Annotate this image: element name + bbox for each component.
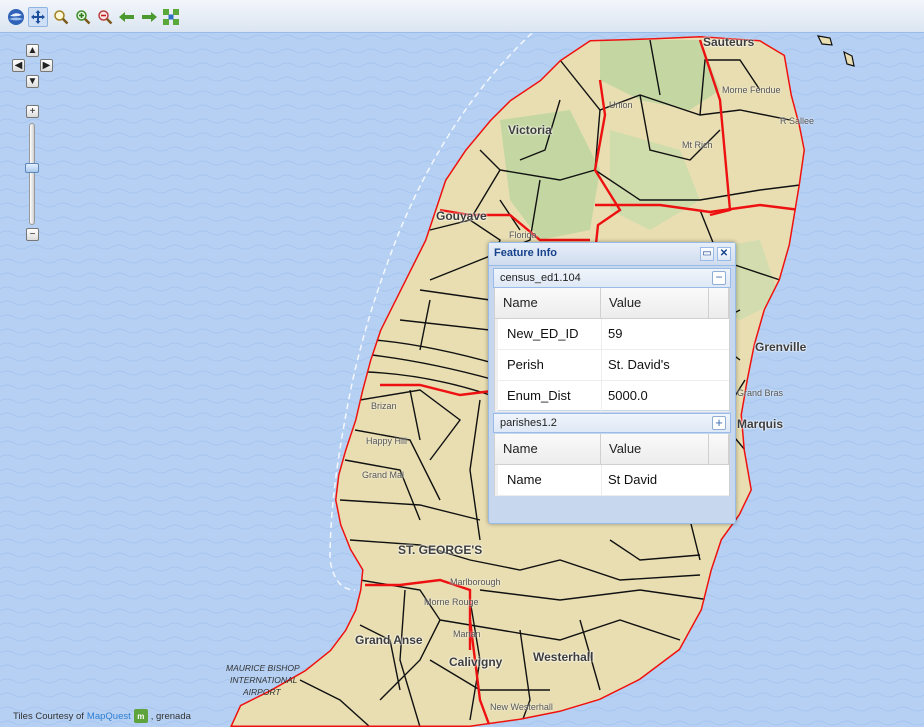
- feature-info-header[interactable]: Feature Info ▭ ✕: [489, 243, 735, 266]
- zoom-out-button[interactable]: −: [26, 228, 39, 241]
- cell-name: Enum_Dist: [495, 381, 601, 411]
- place-label: Morne Rouge: [424, 597, 479, 607]
- table-row[interactable]: New_ED_ID 59: [495, 319, 729, 350]
- table-row[interactable]: Perish St. David's: [495, 350, 729, 381]
- column-header-spacer: [709, 434, 729, 464]
- place-label: Marian: [453, 629, 481, 639]
- cell-value: 5000.0: [601, 381, 709, 411]
- feature-info-window: Feature Info ▭ ✕ census_ed1.104 − Name V…: [488, 242, 736, 524]
- section-title: parishes1.2: [500, 417, 557, 429]
- map-canvas[interactable]: Sauteurs Victoria Union Morne Fendue Mt …: [0, 33, 924, 727]
- pan-left-button[interactable]: ◀: [12, 59, 25, 72]
- zoom-slider-track[interactable]: [29, 123, 35, 225]
- zoom-extent-icon[interactable]: [162, 8, 180, 26]
- place-label: Brizan: [371, 401, 397, 411]
- map-tiles: [0, 33, 924, 727]
- column-header-value[interactable]: Value: [601, 434, 709, 464]
- pan-down-button[interactable]: ▼: [26, 75, 39, 88]
- place-label: AIRPORT: [243, 687, 281, 697]
- zoom-slider-handle[interactable]: [25, 163, 39, 173]
- table-row[interactable]: Enum_Dist 5000.0: [495, 381, 729, 412]
- forward-arrow-icon[interactable]: [140, 8, 158, 26]
- mapquest-logo-icon: m: [133, 709, 148, 723]
- table-row[interactable]: Name St David: [495, 465, 729, 496]
- grid-header: Name Value: [495, 434, 729, 465]
- column-header-value[interactable]: Value: [601, 288, 709, 318]
- map-toolbar: [0, 0, 924, 33]
- place-label: Marquis: [737, 417, 784, 431]
- cell-name: Perish: [495, 350, 601, 380]
- place-label: Morne Fendue: [722, 85, 781, 95]
- column-header-name[interactable]: Name: [495, 288, 601, 318]
- attribution-suffix: , grenada: [150, 710, 191, 722]
- zoom-in-icon[interactable]: [74, 8, 92, 26]
- place-label: Grand Anse: [355, 633, 423, 647]
- place-label: Happy Hill: [366, 436, 408, 446]
- place-label: Calivigny: [449, 655, 503, 669]
- section-header-parishes[interactable]: parishes1.2 +: [493, 413, 731, 433]
- collapse-icon[interactable]: −: [712, 271, 726, 285]
- globe-icon[interactable]: [7, 8, 25, 26]
- pan-right-button[interactable]: ▶: [40, 59, 53, 72]
- place-label: ST. GEORGE'S: [398, 543, 483, 557]
- place-label: Gouyave: [436, 209, 487, 223]
- cell-value: 59: [601, 319, 709, 349]
- place-label: Westerhall: [533, 650, 594, 664]
- place-label: Marlborough: [450, 577, 501, 587]
- back-arrow-icon[interactable]: [118, 8, 136, 26]
- cell-name: New_ED_ID: [495, 319, 601, 349]
- place-label: R Sallee: [780, 116, 815, 126]
- place-label: Sauteurs: [703, 35, 755, 49]
- zoom-out-icon[interactable]: [96, 8, 114, 26]
- zoom-in-button[interactable]: +: [26, 105, 39, 118]
- pan-icon[interactable]: [28, 7, 48, 27]
- place-label: Union: [609, 100, 633, 110]
- pin-icon[interactable]: ▭: [700, 247, 714, 261]
- pan-up-button[interactable]: ▲: [26, 44, 39, 57]
- place-label: MAURICE BISHOP: [226, 663, 300, 673]
- zoom-box-icon[interactable]: [52, 8, 70, 26]
- mapquest-link[interactable]: MapQuest: [87, 711, 131, 722]
- place-label: INTERNATIONAL: [230, 675, 298, 685]
- expand-icon[interactable]: +: [712, 416, 726, 430]
- cell-value: St David: [601, 465, 709, 495]
- close-icon[interactable]: ✕: [717, 247, 731, 261]
- attribute-grid-census: Name Value New_ED_ID 59 Perish St. David…: [494, 288, 730, 412]
- place-label: New Westerhall: [490, 702, 553, 712]
- feature-info-title: Feature Info: [494, 247, 557, 259]
- column-header-name[interactable]: Name: [495, 434, 601, 464]
- place-label: Florida: [509, 230, 537, 240]
- grid-header: Name Value: [495, 288, 729, 319]
- column-header-spacer: [709, 288, 729, 318]
- cell-name: Name: [495, 465, 601, 495]
- map-attribution: Tiles Courtesy of MapQuest m , grenada: [13, 709, 191, 723]
- place-label: Grand Mal: [362, 470, 405, 480]
- section-title: census_ed1.104: [500, 272, 581, 284]
- attribution-prefix: Tiles Courtesy of: [13, 710, 84, 722]
- attribute-grid-parishes: Name Value Name St David: [494, 434, 730, 496]
- section-header-census[interactable]: census_ed1.104 −: [493, 268, 731, 288]
- cell-value: St. David's: [601, 350, 709, 380]
- place-label: Grand Bras: [737, 388, 784, 398]
- place-label: Mt Rich: [682, 140, 713, 150]
- place-label: Victoria: [508, 123, 552, 137]
- place-label: Grenville: [755, 340, 807, 354]
